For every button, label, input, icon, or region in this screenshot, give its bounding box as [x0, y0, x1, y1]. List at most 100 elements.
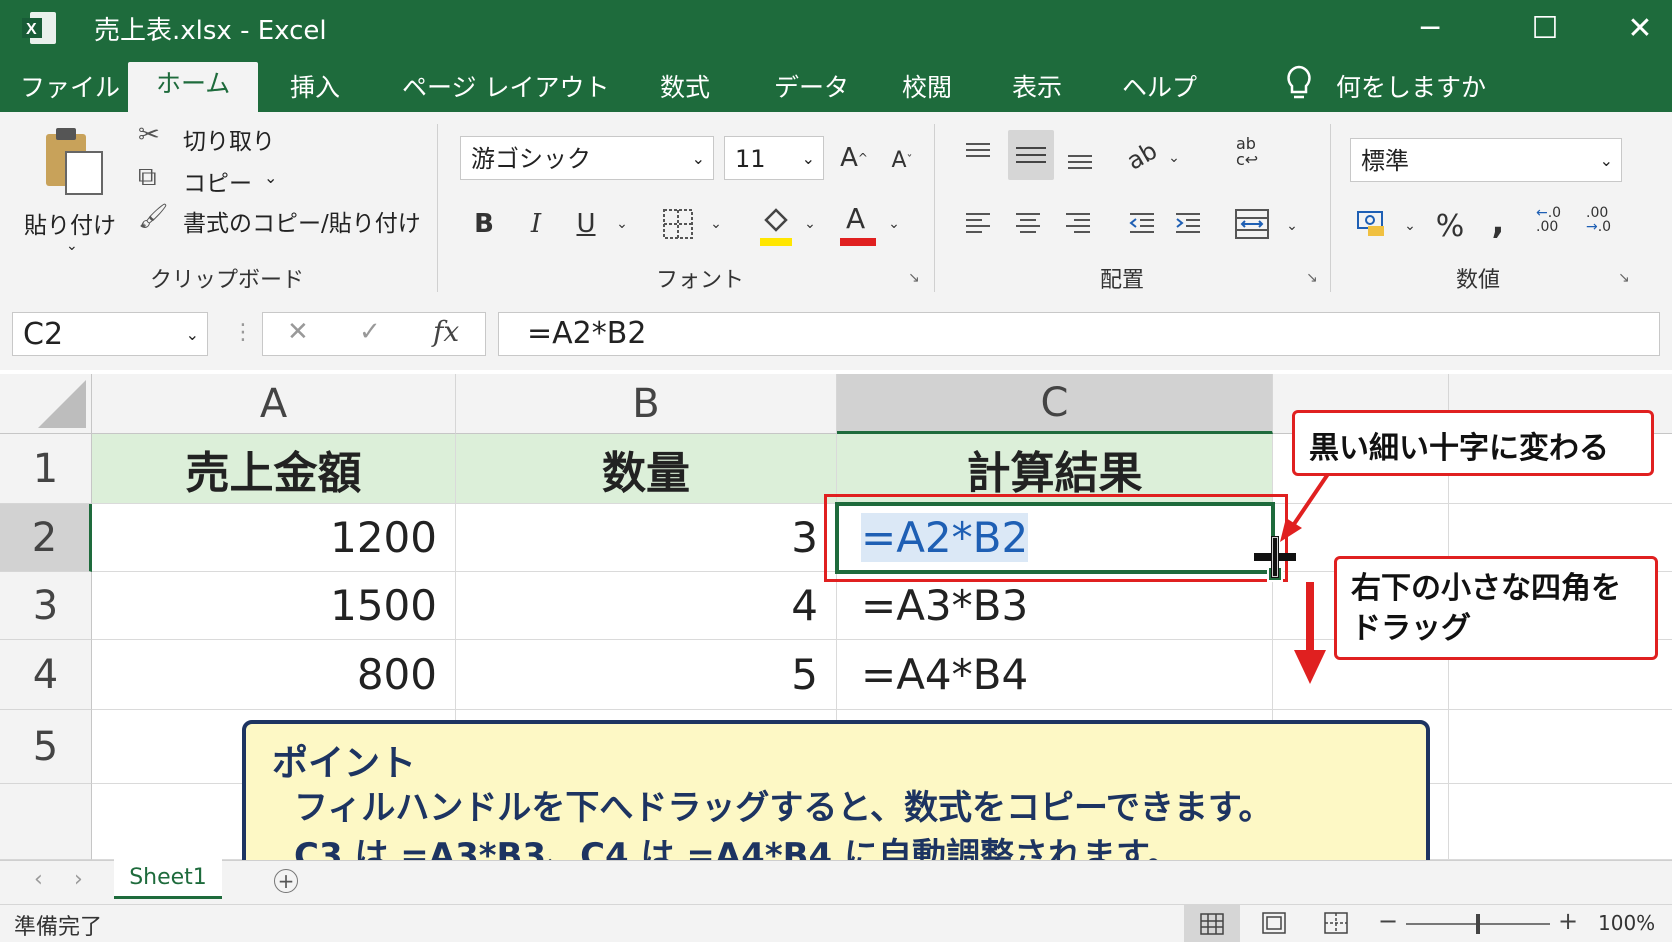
minimize-icon[interactable]: ─ — [1400, 6, 1460, 50]
border-icon[interactable] — [662, 208, 694, 244]
row-header-1[interactable]: 1 — [0, 434, 92, 504]
orientation-icon[interactable]: ab — [1117, 131, 1166, 180]
zoom-in-icon[interactable]: + — [1558, 907, 1578, 935]
number-format-select[interactable]: 標準 ⌄ — [1350, 138, 1622, 182]
zoom-level[interactable]: 100% — [1598, 911, 1655, 935]
enter-icon[interactable]: ✓ — [359, 317, 381, 347]
page-layout-view-icon[interactable] — [1262, 912, 1286, 938]
dialog-launcher-icon[interactable]: ↘ — [1306, 270, 1318, 286]
align-left-icon[interactable] — [962, 208, 994, 244]
formula-buttons: ✕ ✓ fx — [262, 312, 486, 356]
cell-a1[interactable]: 売上金額 — [92, 434, 456, 504]
row-header-5[interactable]: 5 — [0, 710, 92, 784]
cancel-icon[interactable]: ✕ — [287, 317, 309, 347]
chevron-down-icon[interactable]: ⌄ — [612, 204, 632, 244]
column-header-c[interactable]: C — [837, 374, 1273, 434]
cell-b1[interactable]: 数量 — [456, 434, 837, 504]
cell-b2[interactable]: 3 — [456, 504, 837, 572]
tab-page-layout[interactable]: ページ レイアウト — [402, 68, 609, 104]
chevron-down-icon[interactable]: ⌄ — [706, 204, 726, 244]
column-header-a[interactable]: A — [92, 374, 456, 434]
row-header-3[interactable]: 3 — [0, 572, 92, 640]
comma-button[interactable]: , — [1480, 200, 1516, 244]
zoom-slider-thumb[interactable] — [1476, 914, 1480, 934]
align-center-icon[interactable] — [1012, 208, 1044, 244]
cell-a2[interactable]: 1200 — [92, 504, 456, 572]
row-header-2[interactable]: 2 — [0, 504, 92, 572]
row-header-6[interactable] — [0, 784, 92, 860]
tab-review[interactable]: 校閲 — [902, 68, 952, 104]
tab-file[interactable]: ファイル — [20, 68, 120, 104]
chevron-down-icon[interactable]: ⌄ — [1164, 140, 1184, 176]
cell-c3[interactable]: =A3*B3 — [837, 572, 1273, 640]
fill-color-icon[interactable] — [758, 202, 794, 246]
cell-e6[interactable] — [1449, 784, 1672, 860]
bold-button[interactable]: B — [466, 202, 502, 246]
drag-handle-icon[interactable]: ⋮ — [232, 320, 254, 345]
grow-font-icon[interactable]: A ^ — [836, 136, 872, 180]
page-break-view-icon[interactable] — [1324, 912, 1348, 938]
insert-function-icon[interactable]: fx — [433, 315, 459, 348]
font-size-select[interactable]: 11 ⌄ — [724, 136, 824, 180]
name-box[interactable]: C2 ⌄ — [12, 312, 208, 356]
tab-view[interactable]: 表示 — [1012, 68, 1062, 104]
decrease-indent-icon[interactable] — [1126, 208, 1158, 244]
font-name-value: 游ゴシック — [471, 145, 591, 173]
add-sheet-icon[interactable]: + — [274, 869, 298, 893]
cell-e5[interactable] — [1449, 710, 1672, 784]
tab-data[interactable]: データ — [774, 68, 849, 104]
zoom-out-icon[interactable]: − — [1378, 907, 1398, 935]
tell-me-search[interactable]: 何をしますか — [1336, 68, 1486, 104]
normal-view-icon[interactable] — [1184, 905, 1240, 942]
italic-button[interactable]: I — [518, 202, 554, 246]
accounting-format-icon[interactable] — [1356, 206, 1390, 244]
underline-button[interactable]: U — [568, 202, 604, 246]
align-top-icon[interactable] — [962, 138, 994, 174]
font-name-select[interactable]: 游ゴシック ⌄ — [460, 136, 714, 180]
maximize-icon[interactable]: ☐ — [1515, 6, 1575, 50]
point-title: ポイント — [272, 743, 417, 784]
shrink-font-icon[interactable]: Aˇ — [884, 138, 920, 182]
scroll-left-icon[interactable]: ‹ — [34, 867, 43, 892]
row-header-4[interactable]: 4 — [0, 640, 92, 710]
increase-decimal-icon[interactable]: ←.0.00 — [1536, 206, 1561, 234]
tab-insert[interactable]: 挿入 — [290, 68, 340, 104]
align-bottom-icon[interactable] — [1064, 142, 1096, 178]
formula-input[interactable]: =A2*B2 — [498, 312, 1660, 356]
align-middle-icon[interactable] — [1008, 130, 1054, 180]
tab-help[interactable]: ヘルプ — [1122, 68, 1197, 104]
paste-button[interactable]: 貼り付け ⌄ — [18, 126, 128, 254]
merge-center-icon[interactable] — [1234, 206, 1270, 246]
chevron-down-icon[interactable]: ⌄ — [1400, 206, 1420, 246]
cell-b4[interactable]: 5 — [456, 640, 837, 710]
font-color-icon[interactable]: A — [838, 202, 878, 246]
dialog-launcher-icon[interactable]: ↘ — [908, 270, 920, 286]
dialog-launcher-icon[interactable]: ↘ — [1618, 270, 1630, 286]
cell-b3[interactable]: 4 — [456, 572, 837, 640]
font-group-label: フォント — [656, 268, 745, 293]
percent-button[interactable]: % — [1430, 204, 1470, 248]
copy-button[interactable]: ⧉ コピー ⌄ — [138, 162, 298, 198]
cell-a3[interactable]: 1500 — [92, 572, 456, 640]
scroll-right-icon[interactable]: › — [74, 867, 83, 892]
tab-home[interactable]: ホーム — [128, 62, 259, 112]
column-header-b[interactable]: B — [456, 374, 837, 434]
sheet-tab-sheet1[interactable]: Sheet1 — [114, 859, 222, 899]
clipboard-group-label: クリップボード — [150, 268, 305, 293]
cell-c4[interactable]: =A4*B4 — [837, 640, 1273, 710]
close-icon[interactable]: ✕ — [1610, 6, 1670, 50]
wrap-text-icon[interactable]: ab c↩ — [1236, 136, 1272, 176]
decrease-decimal-icon[interactable]: .00 →.0 — [1586, 206, 1611, 234]
lightbulb-icon[interactable] — [1284, 64, 1314, 104]
callout-drag-line2: ドラッグ — [1351, 611, 1471, 646]
window-title: 売上表.xlsx - Excel — [94, 16, 327, 46]
align-right-icon[interactable] — [1062, 208, 1094, 244]
chevron-down-icon[interactable]: ⌄ — [884, 204, 904, 244]
chevron-down-icon[interactable]: ⌄ — [800, 204, 820, 244]
chevron-down-icon[interactable]: ⌄ — [1282, 206, 1302, 246]
select-all-button[interactable] — [0, 374, 92, 434]
cell-a4[interactable]: 800 — [92, 640, 456, 710]
increase-indent-icon[interactable] — [1172, 208, 1204, 244]
tab-formulas[interactable]: 数式 — [660, 68, 710, 104]
formula-value: =A2*B2 — [527, 316, 647, 351]
